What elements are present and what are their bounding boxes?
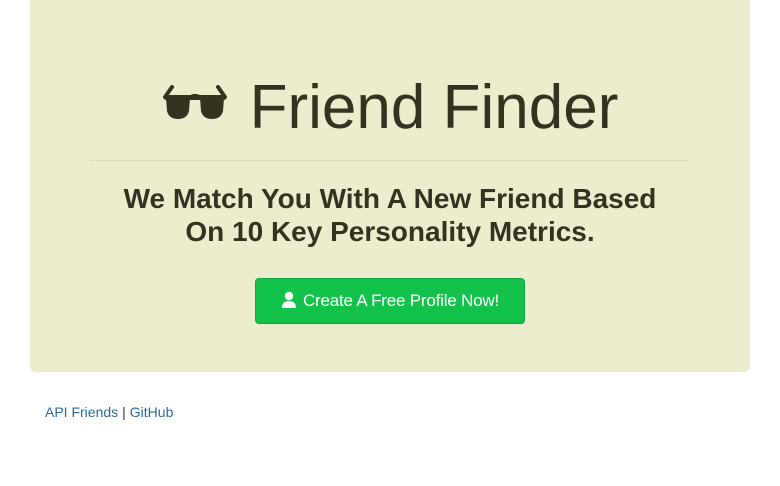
page-title: Friend Finder [30, 68, 750, 148]
footer-links: API Friends | GitHub [45, 403, 173, 421]
hero-jumbotron: Friend Finder We Match You With A New Fr… [30, 0, 750, 372]
user-icon [281, 291, 303, 308]
sunglasses-icon [162, 85, 250, 123]
github-link[interactable]: GitHub [130, 404, 174, 420]
page-title-text: Friend Finder [249, 73, 619, 142]
tagline: We Match You With A New Friend Based On … [70, 182, 710, 248]
api-friends-link[interactable]: API Friends [45, 404, 118, 420]
tagline-line-1: We Match You With A New Friend Based [123, 183, 657, 214]
create-profile-button-label: Create A Free Profile Now! [302, 291, 500, 310]
footer-separator: | [122, 404, 126, 420]
tagline-line-2: On 10 Key Personality Metrics. [185, 216, 595, 247]
create-profile-button[interactable]: Create A Free Profile Now! [255, 278, 525, 324]
divider [90, 160, 690, 161]
